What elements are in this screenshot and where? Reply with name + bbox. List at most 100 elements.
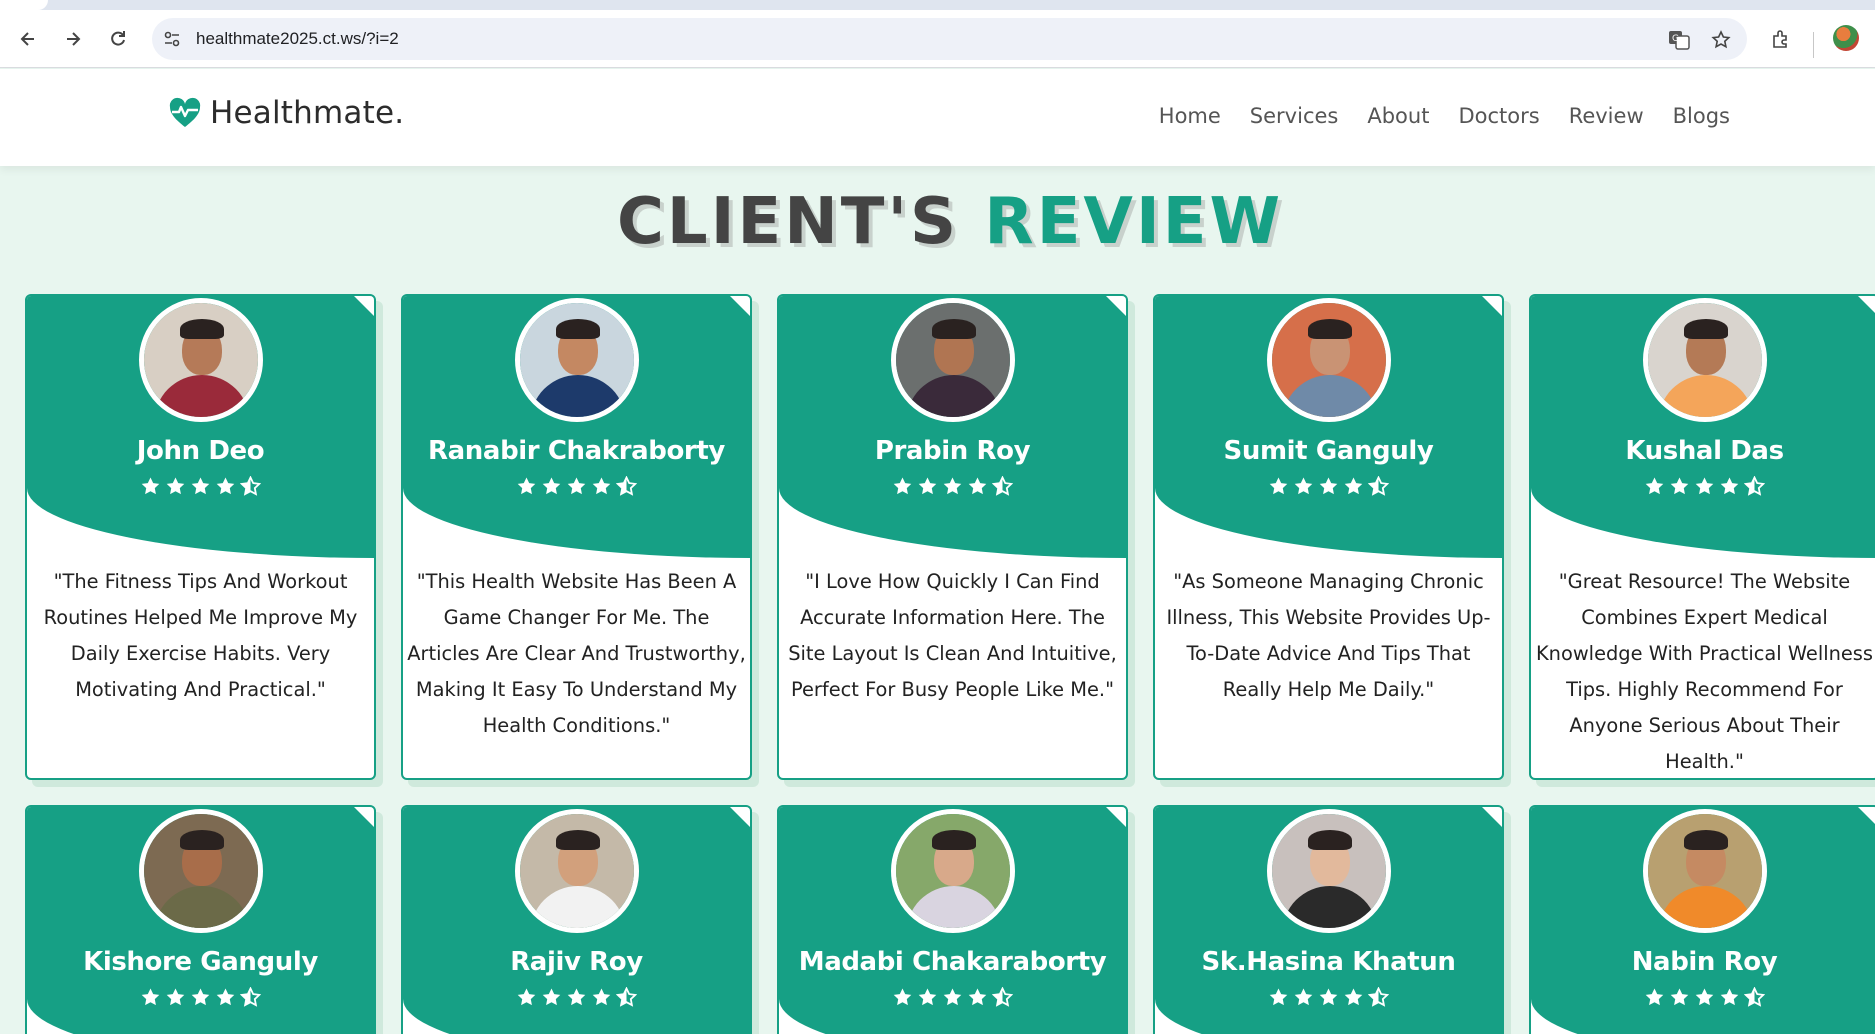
review-text: "Great Resource! The Website Combines Ex… [1535,570,1874,773]
star-icon [893,988,912,1006]
reviewer-avatar [1642,298,1767,422]
star-half-icon [616,987,637,1007]
translate-icon[interactable]: G [1667,28,1691,52]
star-icon [191,988,210,1006]
nav-services[interactable]: Services [1250,104,1339,128]
review-card: Kishore Ganguly [25,805,376,1034]
card-corner-fold [354,296,374,316]
star-rating [1155,476,1502,497]
star-half-icon [992,987,1013,1007]
reviewer-name: Madabi Chakaraborty [798,947,1107,977]
star-icon [216,477,235,495]
star-rating [27,987,374,1008]
toolbar-divider [1813,32,1814,58]
browser-tab[interactable] [0,0,48,10]
star-rating [403,987,750,1008]
url-text[interactable]: healthmate2025.ct.ws/?i=2 [196,29,399,49]
star-icon [1344,477,1363,495]
review-card: Sk.Hasina Khatun [1153,805,1504,1034]
section-title: CLIENT'S REVIEW [0,185,1875,259]
star-rating [403,476,750,497]
star-icon [1670,477,1689,495]
bookmark-star-icon[interactable] [1709,28,1733,52]
review-text: "The Fitness Tips And Workout Routines H… [43,570,358,701]
card-corner-fold [1858,296,1875,316]
reviewer-name: Rajiv Roy [510,947,643,977]
reviewer-name: Prabin Roy [874,436,1031,466]
review-card: Ranabir Chakraborty "This Health Website … [401,294,752,780]
star-half-icon [1368,987,1389,1007]
nav-home[interactable]: Home [1159,104,1221,128]
star-rating [779,987,1126,1008]
star-icon [567,988,586,1006]
reviewer-avatar [890,809,1015,933]
site-header: Healthmate. Home Services About Doctors … [0,69,1875,166]
forward-icon[interactable] [58,24,88,54]
back-icon[interactable] [13,24,43,54]
star-icon [216,988,235,1006]
star-icon [592,988,611,1006]
reviewer-name: Sumit Ganguly [1223,436,1434,466]
reviewer-avatar [514,298,639,422]
reviewer-name: Kushal Das [1625,436,1784,466]
card-corner-fold [1482,296,1502,316]
address-bar[interactable]: healthmate2025.ct.ws/?i=2 G [152,18,1747,60]
nav-blogs[interactable]: Blogs [1673,104,1730,128]
reviewer-avatar [1642,809,1767,933]
section-title-part1: CLIENT'S [616,185,960,259]
extensions-icon[interactable] [1766,24,1796,54]
review-text: "This Health Website Has Been A Game Cha… [407,570,746,737]
card-corner-fold [730,807,750,827]
star-icon [918,988,937,1006]
star-icon [1294,477,1313,495]
star-icon [943,477,962,495]
reload-icon[interactable] [103,24,133,54]
star-half-icon [992,476,1013,496]
star-half-icon [240,987,261,1007]
review-card: Nabin Roy [1529,805,1875,1034]
reviewer-name: Kishore Ganguly [83,947,318,977]
star-rating [1155,987,1502,1008]
reviewer-name: Ranabir Chakraborty [428,436,725,466]
reviewer-name: Nabin Roy [1631,947,1778,977]
reviewer-name: John Deo [136,436,265,466]
profile-avatar[interactable] [1833,25,1859,51]
reviewer-avatar [138,809,263,933]
star-icon [542,477,561,495]
star-icon [1695,988,1714,1006]
browser-toolbar: healthmate2025.ct.ws/?i=2 G [0,10,1875,68]
logo-text: Healthmate. [210,95,405,131]
reviewer-avatar [890,298,1015,422]
star-icon [1645,477,1664,495]
review-card: Sumit Ganguly "As Someone Managing Chroni… [1153,294,1504,780]
card-corner-fold [1482,807,1502,827]
review-text: "I Love How Quickly I Can Find Accurate … [788,570,1117,701]
star-icon [567,477,586,495]
browser-tab-strip [0,0,1875,10]
star-icon [542,988,561,1006]
card-corner-fold [1106,296,1126,316]
star-icon [141,988,160,1006]
section-title-part2: REVIEW [984,185,1284,259]
star-icon [1319,477,1338,495]
nav-doctors[interactable]: Doctors [1458,104,1539,128]
star-icon [517,988,536,1006]
logo[interactable]: Healthmate. [168,95,404,131]
star-icon [1269,988,1288,1006]
review-text: "As Someone Managing Chronic Illness, Th… [1166,570,1491,701]
star-icon [1344,988,1363,1006]
star-icon [1720,988,1739,1006]
review-card: Kushal Das "Great Resource! The Website C… [1529,294,1875,780]
star-icon [1695,477,1714,495]
review-card: Prabin Roy "I Love How Quickly I Can Find… [777,294,1128,780]
star-half-icon [240,476,261,496]
star-icon [517,477,536,495]
nav-review[interactable]: Review [1569,104,1644,128]
reviewer-avatar [1266,298,1391,422]
star-icon [1319,988,1338,1006]
reviewer-name: Sk.Hasina Khatun [1201,947,1456,977]
nav-about[interactable]: About [1367,104,1429,128]
star-half-icon [1744,987,1765,1007]
site-info-icon[interactable] [162,29,182,49]
star-icon [893,477,912,495]
